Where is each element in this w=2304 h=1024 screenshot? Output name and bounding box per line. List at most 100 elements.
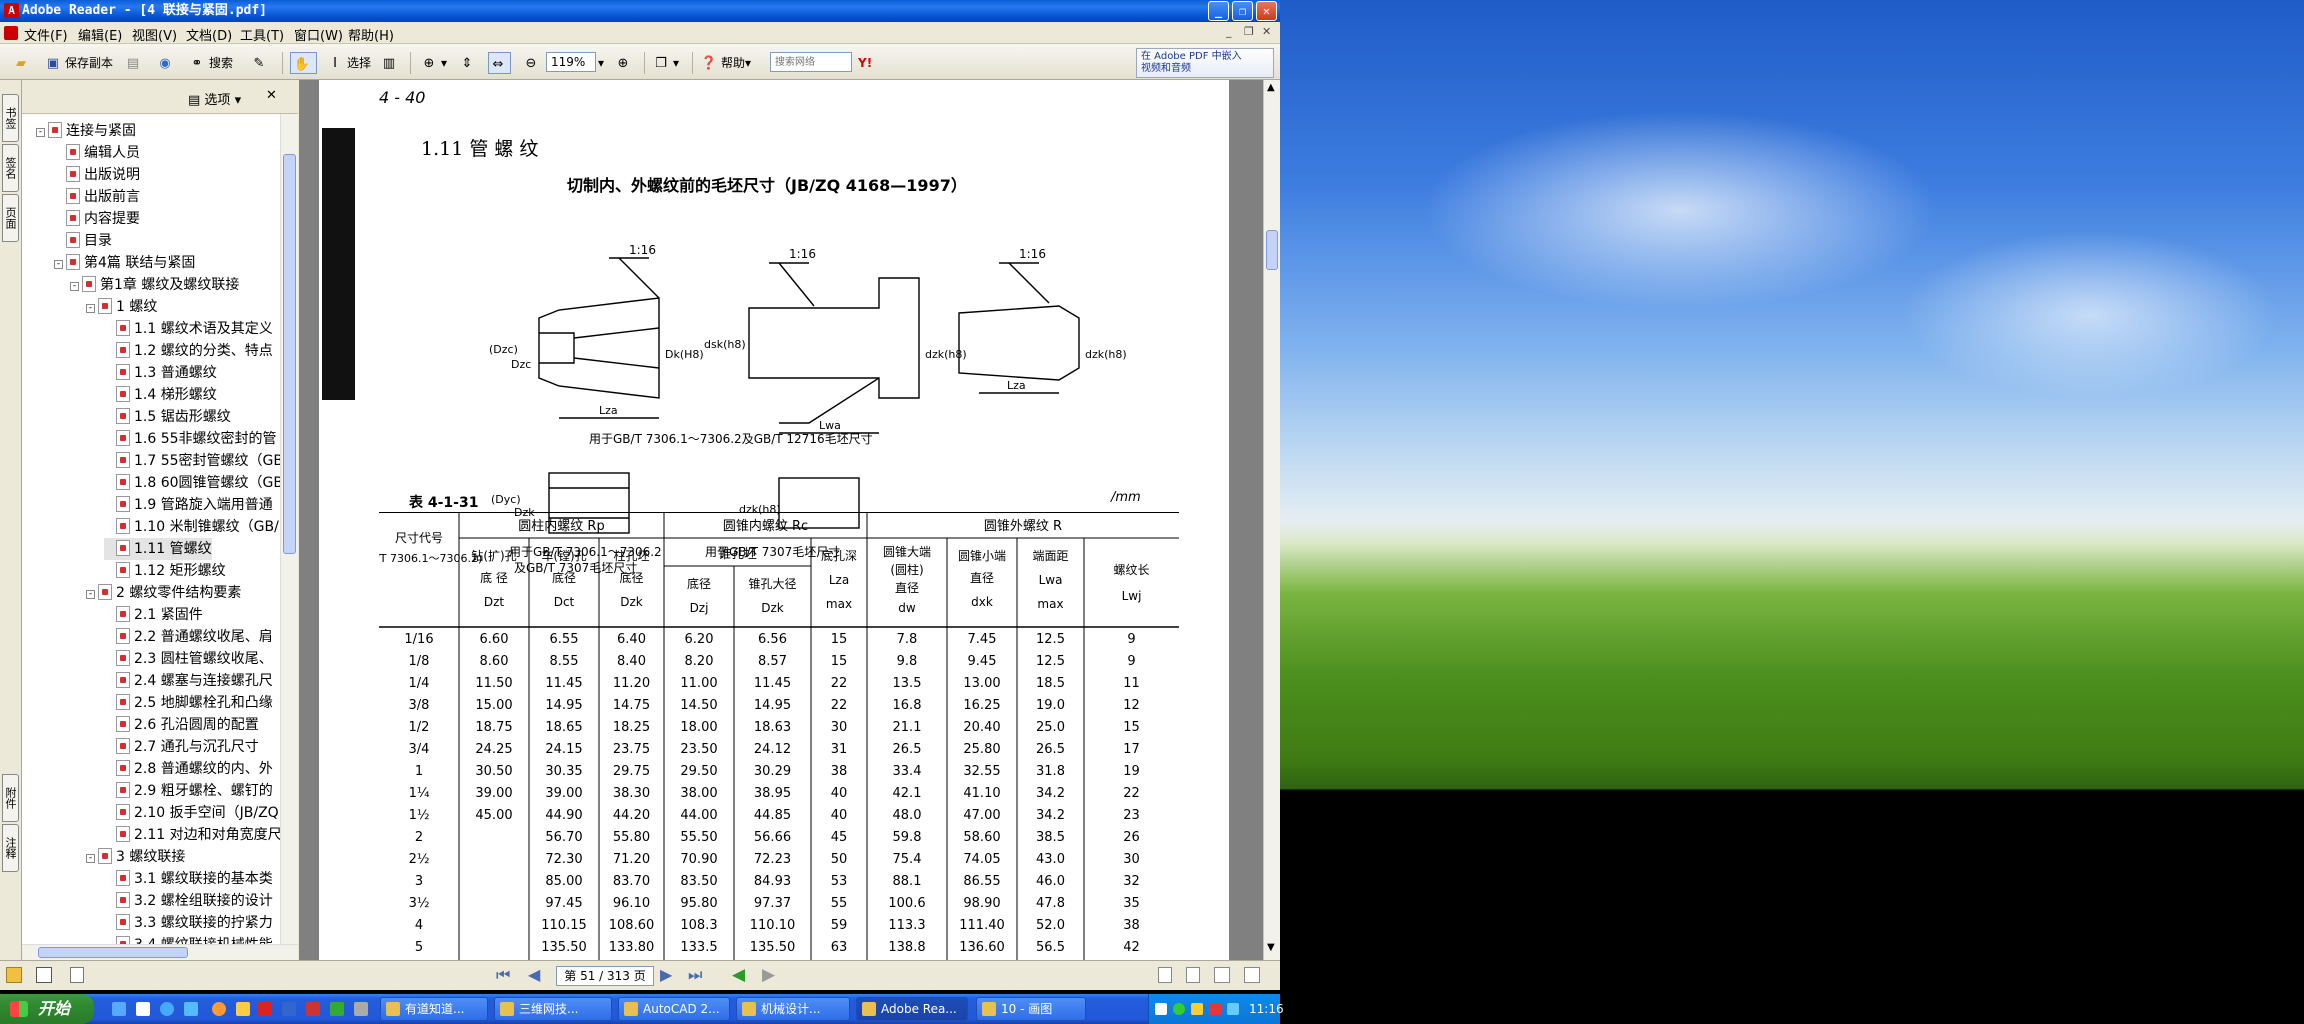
tray-icon[interactable] [1173, 1003, 1185, 1015]
tab-bookmarks[interactable]: 书签 [2, 94, 19, 142]
ie-icon[interactable] [160, 1002, 174, 1016]
bookmark-item[interactable]: 3.4 螺纹联接机械性能 [104, 934, 273, 944]
last-page-button[interactable]: ⏭ [688, 965, 702, 985]
minimize-button[interactable]: _ [1208, 1, 1229, 21]
first-page-button[interactable]: ⏮ [496, 965, 510, 985]
bookmark-item[interactable]: 3.1 螺纹联接的基本类 [104, 868, 273, 890]
zoom-field[interactable]: 119% [546, 52, 596, 72]
start-button[interactable]: 开始 [0, 994, 94, 1024]
bookmark-item[interactable]: 1.12 矩形螺纹 [104, 560, 226, 582]
help-button[interactable]: ❓ 帮助▾ [700, 52, 751, 74]
menu-tools[interactable]: 工具(T) [240, 25, 284, 44]
tab-signatures[interactable]: 签名 [2, 144, 19, 192]
zoom-out-button[interactable]: ⊖ [522, 52, 543, 74]
shield-icon[interactable] [1191, 1003, 1203, 1015]
status-folder-icon[interactable] [6, 967, 22, 983]
bookmark-item[interactable]: 1.4 梯形螺纹 [104, 384, 217, 406]
facing-icon[interactable] [1214, 967, 1230, 983]
menu-help[interactable]: 帮助(H) [348, 25, 394, 44]
bookmark-item[interactable]: - 连接与紧固 [36, 120, 136, 142]
page-layout-button[interactable]: ❐ ▾ [652, 52, 679, 74]
scroll-thumb[interactable] [38, 947, 188, 958]
bookmark-item[interactable]: 2.11 对边和对角宽度尺 [104, 824, 280, 846]
tab-attachments[interactable]: 附件 [2, 774, 19, 822]
scroll-down-arrow[interactable]: ▼ [1267, 942, 1275, 953]
menu-view[interactable]: 视图(V) [132, 25, 177, 44]
bookmark-item[interactable]: 2.4 螺塞与连接螺孔尺 [104, 670, 273, 692]
bookmark-item[interactable]: 内容提要 [54, 208, 140, 230]
volume-icon[interactable] [1227, 1003, 1239, 1015]
zoom-dropdown[interactable]: ▾ [598, 52, 604, 74]
bookmark-item[interactable]: - 1 螺纹 [86, 296, 157, 318]
bookmark-item[interactable]: 2.6 孔沿圆周的配置 [104, 714, 259, 736]
close-button[interactable]: ✕ [1256, 1, 1277, 21]
bookmark-item[interactable]: 2.3 圆柱管螺纹收尾、 [104, 648, 273, 670]
document-vertical-scrollbar[interactable]: ▲ ▼ [1263, 80, 1280, 960]
bookmark-item[interactable]: 1.11 管螺纹 [104, 538, 212, 560]
bookmark-item[interactable]: 2.9 粗牙螺栓、螺钉的 [104, 780, 273, 802]
collapse-toggle-icon[interactable]: - [36, 128, 45, 137]
go-forward-button[interactable]: ▶ [762, 965, 775, 985]
select-tool-button[interactable]: I 选择 [326, 52, 371, 74]
clock[interactable]: 11:16 [1249, 994, 1284, 1024]
bookmark-item[interactable]: 2.10 扳手空间（JB/ZQ 4 [104, 802, 280, 824]
quick-launch-icon[interactable] [354, 1002, 368, 1016]
taskbar-task-button[interactable]: AutoCAD 2... [618, 997, 730, 1021]
menu-edit[interactable]: 编辑(E) [78, 25, 122, 44]
quick-launch-icon[interactable] [212, 1002, 226, 1016]
search-button[interactable]: ⚭ 搜索 [188, 52, 233, 74]
bookmark-item[interactable]: 3.3 螺纹联接的拧紧力 [104, 912, 273, 934]
fit-width-button[interactable]: ⇔ [488, 52, 511, 74]
tab-pages[interactable]: 页面 [2, 194, 19, 242]
bookmark-item[interactable]: 3.2 螺栓组联接的设计 [104, 890, 273, 912]
bookmark-item[interactable]: 1.7 55密封管螺纹（GB [104, 450, 280, 472]
continuous-facing-icon[interactable] [1244, 967, 1260, 983]
bookmark-item[interactable]: 1.6 55非螺纹密封的管 [104, 428, 277, 450]
bookmark-item[interactable]: - 第1章 螺纹及螺纹联接 [70, 274, 239, 296]
quick-launch-icon[interactable] [136, 1002, 150, 1016]
bookmark-item[interactable]: 1.2 螺纹的分类、特点 [104, 340, 273, 362]
yahoo-button[interactable]: Y! [858, 52, 872, 74]
page-number-field[interactable]: 第 51 / 313 页 [556, 966, 654, 986]
doc-close-button[interactable]: ✕ [1262, 25, 1271, 38]
open-button[interactable]: ▰ [12, 52, 33, 74]
collapse-toggle-icon[interactable]: - [86, 590, 95, 599]
bookmark-item[interactable]: 1.9 管路旋入端用普通 [104, 494, 273, 516]
scroll-thumb[interactable] [1266, 230, 1278, 270]
menu-file[interactable]: 文件(F) [24, 25, 68, 44]
page-layout-icon[interactable] [70, 967, 84, 983]
collapse-toggle-icon[interactable]: - [70, 282, 79, 291]
bookmark-horizontal-scrollbar[interactable] [22, 944, 298, 960]
bookmark-item[interactable]: 出版说明 [54, 164, 140, 186]
zoom-in-button[interactable]: ⊕ [614, 52, 635, 74]
bookmark-vertical-scrollbar[interactable] [280, 114, 298, 944]
next-page-button[interactable]: ▶ [660, 965, 672, 984]
quick-launch-icon[interactable] [258, 1002, 272, 1016]
title-bar[interactable]: A Adobe Reader - [4 联接与紧固.pdf] _ ❐ ✕ [0, 0, 1280, 22]
continuous-icon[interactable] [1186, 967, 1200, 983]
print-button[interactable]: ▤ [124, 52, 145, 74]
page-thumbnails-icon[interactable] [36, 967, 52, 983]
bookmark-item[interactable]: 1.3 普通螺纹 [104, 362, 217, 384]
options-button[interactable]: ▤ 选项 ▾ [188, 89, 241, 108]
bookmark-item[interactable]: - 3 螺纹联接 [86, 846, 185, 868]
collapse-toggle-icon[interactable]: - [54, 260, 63, 269]
scroll-thumb[interactable] [283, 154, 296, 554]
quick-launch-icon[interactable] [112, 1002, 126, 1016]
go-back-button[interactable]: ◀ [732, 965, 745, 985]
document-viewport[interactable]: 4 - 40 1.11 管 螺 纹 切制内、外螺纹前的毛坯尺寸（JB/ZQ 41… [299, 80, 1263, 960]
fit-page-button[interactable]: ⇕ [458, 52, 479, 74]
hand-tool-button[interactable]: ✋ [290, 52, 317, 74]
sign-button[interactable]: ✎ [250, 52, 271, 74]
menu-document[interactable]: 文档(D) [186, 25, 232, 44]
taskbar-task-button[interactable]: 三维网技... [494, 997, 612, 1021]
previous-page-button[interactable]: ◀ [528, 965, 540, 984]
taskbar-task-button[interactable]: 机械设计... [736, 997, 850, 1021]
quick-launch-icon[interactable] [184, 1002, 198, 1016]
taskbar-task-button[interactable]: 10 - 画图 [976, 997, 1086, 1021]
bookmark-item[interactable]: 2.7 通孔与沉孔尺寸 [104, 736, 259, 758]
restore-button[interactable]: ❐ [1232, 1, 1253, 21]
bookmark-item[interactable]: 2.5 地脚螺栓孔和凸缘 [104, 692, 273, 714]
quick-launch-icon[interactable] [330, 1002, 344, 1016]
tab-comments[interactable]: 注释 [2, 824, 19, 872]
